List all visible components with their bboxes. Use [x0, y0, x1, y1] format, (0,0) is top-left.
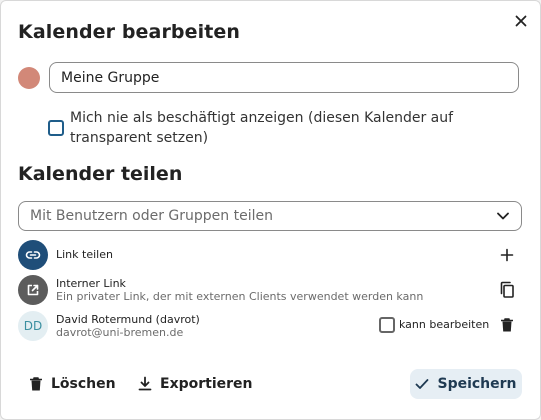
save-button[interactable]: Speichern: [410, 369, 522, 399]
internal-link-avatar: [18, 275, 48, 305]
internal-link-title: Interner Link: [56, 277, 126, 290]
internal-link-description: Ein privater Link, der mit externen Clie…: [56, 290, 424, 303]
share-search-select[interactable]: Mit Benutzern oder Gruppen teilen: [18, 201, 522, 231]
delete-calendar-button[interactable]: Löschen: [29, 369, 116, 399]
remove-share-button[interactable]: [495, 313, 519, 337]
delete-label: Löschen: [51, 376, 116, 392]
add-share-link-button[interactable]: [495, 243, 519, 267]
calendar-color-picker[interactable]: [18, 67, 40, 89]
download-icon: [138, 376, 152, 391]
copy-icon: [500, 281, 514, 298]
user-avatar: DD: [18, 311, 48, 341]
share-search-placeholder: Mit Benutzern oder Gruppen teilen: [30, 208, 273, 224]
dialog-title: Kalender bearbeiten: [18, 21, 241, 43]
transparent-checkbox[interactable]: [48, 120, 64, 136]
trash-icon: [30, 377, 42, 391]
can-edit-label: kann bearbeiten: [399, 318, 490, 331]
share-link-avatar: [18, 240, 48, 270]
can-edit-checkbox[interactable]: [379, 317, 395, 333]
edit-calendar-dialog: Kalender bearbeiten Mich nie als beschäf…: [0, 0, 541, 420]
export-calendar-button[interactable]: Exportieren: [138, 369, 253, 399]
share-user-name: David Rotermund (davrot): [56, 313, 200, 326]
copy-internal-link-button[interactable]: [495, 278, 519, 302]
save-label: Speichern: [437, 376, 517, 392]
close-button[interactable]: [510, 10, 532, 32]
transparent-label: Mich nie als beschäftigt anzeigen (diese…: [70, 110, 454, 146]
calendar-name-input[interactable]: [49, 62, 519, 93]
share-link-label: Link teilen: [56, 248, 113, 261]
check-icon: [416, 379, 429, 389]
link-icon: [25, 251, 41, 259]
chevron-down-icon: [497, 212, 509, 220]
open-in-new-icon: [27, 284, 39, 296]
trash-icon: [501, 318, 513, 332]
plus-icon: [500, 248, 514, 262]
share-user-email: davrot@uni-bremen.de: [56, 326, 184, 339]
close-icon: [515, 15, 527, 27]
share-section-title: Kalender teilen: [18, 163, 183, 185]
export-label: Exportieren: [160, 376, 253, 392]
